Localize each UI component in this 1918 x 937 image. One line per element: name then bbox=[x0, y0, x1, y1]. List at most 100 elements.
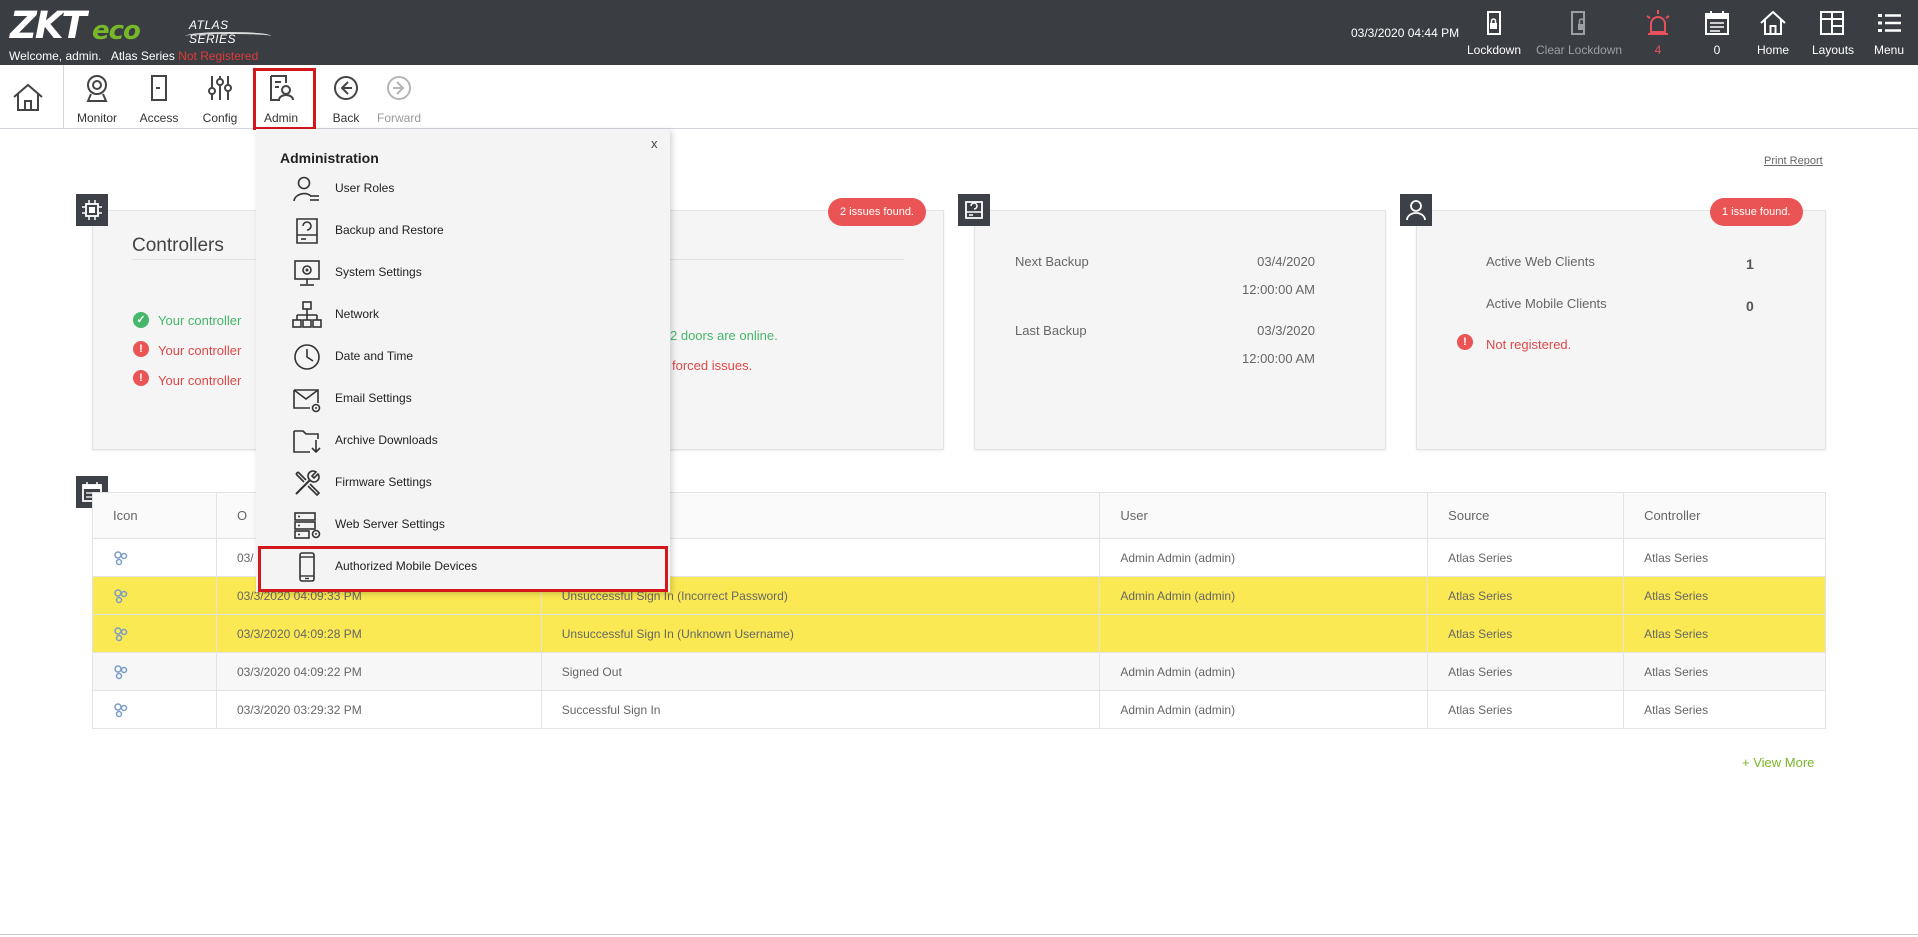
access-button[interactable]: Access bbox=[129, 73, 189, 125]
home-header-label: Home bbox=[1756, 43, 1789, 57]
alarms-count: 4 bbox=[1654, 43, 1662, 57]
system-name: Atlas Series bbox=[110, 49, 175, 63]
lockdown-icon bbox=[1487, 11, 1501, 35]
table-row[interactable]: 03/3/2020 04:09:22 PM Signed Out Admin A… bbox=[92, 652, 1826, 691]
event-user: Admin Admin (admin) bbox=[1099, 538, 1429, 577]
menu-button[interactable]: Menu bbox=[1872, 8, 1906, 58]
lockdown-button[interactable]: Lockdown bbox=[1466, 8, 1522, 58]
error-circle-icon: ! bbox=[1457, 334, 1473, 350]
menu-item-label: User Roles bbox=[335, 181, 395, 195]
lockdown-label: Lockdown bbox=[1466, 43, 1522, 57]
archive-downloads-icon bbox=[293, 430, 321, 454]
controller-status-line: Your controller bbox=[158, 313, 242, 328]
menu-item-archive-downloads[interactable]: Archive Downloads bbox=[292, 424, 652, 456]
menu-item-web-server-settings[interactable]: Web Server Settings bbox=[292, 508, 652, 540]
event-type-cell bbox=[92, 652, 217, 691]
clients-issues-badge[interactable]: 1 issue found. bbox=[1710, 198, 1803, 226]
sliders-icon bbox=[208, 76, 232, 100]
event-link-icon bbox=[114, 664, 128, 679]
col-controller-header[interactable]: Controller bbox=[1623, 492, 1826, 539]
event-controller: Atlas Series bbox=[1623, 652, 1826, 691]
controller-chip-icon bbox=[76, 194, 108, 226]
home-nav-button[interactable] bbox=[0, 65, 64, 129]
col-source-header[interactable]: Source bbox=[1427, 492, 1625, 539]
clear-lockdown-icon bbox=[1571, 11, 1585, 35]
event-source: Atlas Series bbox=[1427, 576, 1625, 615]
menu-item-label: Archive Downloads bbox=[335, 433, 438, 447]
top-header: ZKT eco ATLAS SERIES Welcome, admin. Atl… bbox=[0, 0, 1918, 65]
logo-zk-text: ZKT bbox=[10, 4, 87, 47]
menu-item-label: Network bbox=[335, 307, 380, 321]
forward-button[interactable]: Forward bbox=[369, 73, 429, 125]
event-description: Unsuccessful Sign In (Unknown Username) bbox=[541, 614, 1101, 653]
dropdown-close-button[interactable]: x bbox=[651, 136, 658, 151]
event-controller: Atlas Series bbox=[1623, 614, 1826, 653]
menu-item-date-time[interactable]: Date and Time bbox=[292, 340, 652, 372]
forced-issues-text: forced issues. bbox=[672, 358, 753, 373]
next-backup-date: 03/4/2020 bbox=[1257, 254, 1315, 269]
registration-warning: Not registered. bbox=[1486, 337, 1572, 352]
doors-online-text: 2 doors are online. bbox=[670, 328, 778, 343]
current-datetime: 03/3/2020 04:44 PM bbox=[1351, 26, 1460, 40]
mobile-devices-highlight-box bbox=[258, 546, 668, 592]
menu-label: Menu bbox=[1873, 43, 1905, 57]
clear-lockdown-button[interactable]: Clear Lockdown bbox=[1536, 8, 1623, 58]
user-roles-icon bbox=[293, 176, 319, 202]
layouts-button[interactable]: Layouts bbox=[1812, 8, 1855, 58]
hamburger-menu-icon bbox=[1878, 14, 1901, 32]
forward-label: Forward bbox=[376, 111, 421, 125]
event-link-icon bbox=[114, 626, 128, 641]
alarm-siren-icon bbox=[1646, 10, 1670, 35]
event-source: Atlas Series bbox=[1427, 652, 1625, 691]
events-calendar-button[interactable]: 0 bbox=[1700, 8, 1734, 58]
next-backup-label: Next Backup bbox=[1015, 254, 1089, 269]
home-header-button[interactable]: Home bbox=[1756, 8, 1790, 58]
check-circle-icon: ✓ bbox=[133, 312, 149, 328]
event-controller: Atlas Series bbox=[1623, 576, 1826, 615]
view-more-link[interactable]: + View More bbox=[1742, 755, 1814, 770]
atlas-swoosh bbox=[183, 32, 273, 40]
event-type-cell bbox=[92, 538, 217, 577]
camera-icon bbox=[86, 75, 108, 102]
menu-item-email-settings[interactable]: Email Settings bbox=[292, 382, 652, 414]
table-row[interactable]: 03/3/2020 04:09:28 PM Unsuccessful Sign … bbox=[92, 614, 1826, 653]
menu-item-backup-restore[interactable]: Backup and Restore bbox=[292, 214, 652, 246]
event-user: Admin Admin (admin) bbox=[1099, 576, 1429, 615]
controllers-title: Controllers bbox=[132, 235, 224, 256]
atlas-series-badge: ATLAS SERIES bbox=[183, 12, 273, 46]
event-link-icon bbox=[114, 702, 128, 717]
menu-item-firmware-settings[interactable]: Firmware Settings bbox=[292, 466, 652, 498]
col-icon-header[interactable]: Icon bbox=[92, 492, 217, 539]
system-settings-icon bbox=[294, 260, 320, 286]
door-icon bbox=[151, 75, 167, 101]
event-source: Atlas Series bbox=[1427, 538, 1625, 577]
config-button[interactable]: Config bbox=[190, 73, 250, 125]
calendar-icon bbox=[1705, 11, 1729, 35]
last-backup-label: Last Backup bbox=[1015, 323, 1087, 338]
firmware-settings-icon bbox=[295, 470, 321, 497]
administration-title: Administration bbox=[280, 150, 379, 166]
event-controller: Atlas Series bbox=[1623, 538, 1826, 577]
monitor-button[interactable]: Monitor bbox=[67, 73, 127, 125]
back-button[interactable]: Back bbox=[316, 73, 376, 125]
alarms-button[interactable]: 4 bbox=[1641, 8, 1675, 58]
back-arrow-icon bbox=[334, 76, 358, 100]
welcome-line: Welcome, admin. Atlas Series Not Registe… bbox=[9, 49, 258, 63]
layouts-icon bbox=[1820, 11, 1844, 35]
next-backup-time: 12:00:00 AM bbox=[1242, 282, 1315, 297]
table-row[interactable]: 03/3/2020 03:29:32 PM Successful Sign In… bbox=[92, 690, 1826, 729]
menu-item-system-settings[interactable]: System Settings bbox=[292, 256, 652, 288]
print-report-link[interactable]: Print Report bbox=[1764, 155, 1823, 167]
event-type-cell bbox=[92, 690, 217, 729]
event-source: Atlas Series bbox=[1427, 690, 1625, 729]
event-description: Successful Sign In bbox=[541, 690, 1101, 729]
menu-item-network[interactable]: Network bbox=[292, 298, 652, 330]
error-circle-icon: ! bbox=[133, 341, 149, 357]
layouts-label: Layouts bbox=[1812, 43, 1855, 57]
clear-lockdown-label: Clear Lockdown bbox=[1536, 43, 1623, 57]
col-user-header[interactable]: User bbox=[1099, 492, 1429, 539]
last-backup-date: 03/3/2020 bbox=[1257, 323, 1315, 338]
event-controller: Atlas Series bbox=[1623, 690, 1826, 729]
controllers-issues-badge[interactable]: 2 issues found. bbox=[828, 198, 926, 226]
menu-item-user-roles[interactable]: User Roles bbox=[292, 172, 652, 204]
